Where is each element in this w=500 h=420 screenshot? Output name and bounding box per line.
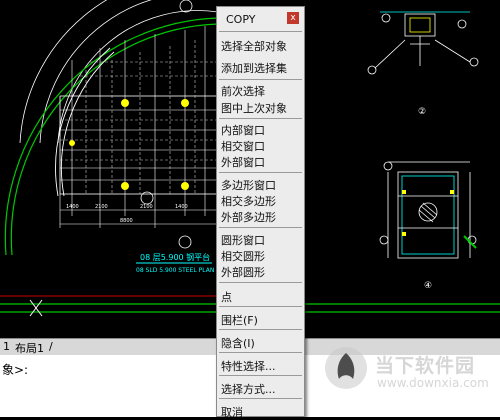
svg-text:1400: 1400 — [175, 204, 188, 210]
svg-text:2100: 2100 — [140, 204, 153, 210]
menu-separator — [219, 398, 302, 399]
menu-item-window-crossing[interactable]: 相交窗口 — [221, 138, 265, 154]
detail-label-bottom: ④ — [424, 281, 432, 291]
menu-item-polygon-window[interactable]: 多边形窗口 — [221, 177, 276, 193]
menu-item-fence[interactable]: 围栏(F) — [221, 312, 258, 328]
section-detail-bottom — [379, 161, 477, 259]
menu-item-select-all[interactable]: 选择全部对象 — [221, 38, 287, 54]
menu-separator — [219, 118, 302, 119]
menu-item-cancel[interactable]: 取消 — [221, 404, 243, 420]
menu-separator — [219, 79, 302, 80]
plan-grid — [59, 26, 219, 216]
menu-item-previous[interactable]: 前次选择 — [221, 83, 265, 99]
watermark-logo-icon — [325, 347, 367, 389]
menu-item-implied[interactable]: 隐含(I) — [221, 335, 255, 351]
menu-separator — [219, 352, 302, 353]
section-detail-top — [367, 11, 479, 75]
menu-item-circle-crossing[interactable]: 相交圆形 — [221, 248, 265, 264]
ucs-icon — [29, 299, 43, 317]
menu-item-window-outside[interactable]: 外部窗口 — [221, 154, 265, 170]
menu-item-add-to-selection[interactable]: 添加到选择集 — [221, 60, 287, 76]
menu-item-last[interactable]: 图中上次对象 — [221, 100, 287, 116]
bottom-detail-marks — [402, 190, 454, 236]
detail-label-top: ② — [418, 107, 426, 117]
plan-dimension-text: 1400 2100 2100 1400 8800 — [66, 204, 188, 224]
menu-separator — [219, 375, 302, 376]
secondary-beams — [60, 40, 218, 194]
menu-item-polygon-crossing[interactable]: 相交多边形 — [221, 193, 276, 209]
watermark-name: 当下软件园 — [375, 355, 476, 377]
plan-title: 08 层5.900 钢平台 — [140, 252, 210, 262]
svg-text:1400: 1400 — [66, 204, 79, 210]
tab-layout-1[interactable]: 布局1 — [12, 340, 47, 356]
menu-separator — [219, 282, 302, 283]
menu-item-window-inside[interactable]: 内部窗口 — [221, 122, 265, 138]
close-icon[interactable]: x — [287, 12, 299, 24]
menu-separator — [219, 227, 302, 228]
plan-subtitle: 08 SLD 5.900 STEEL PLAN — [136, 267, 214, 274]
svg-text:8800: 8800 — [120, 218, 133, 224]
menu-separator — [219, 329, 302, 330]
command-prompt: 象>: — [2, 363, 29, 377]
column-markers — [69, 99, 189, 190]
menu-item-circle-window[interactable]: 圆形窗口 — [221, 232, 265, 248]
menu-item-polygon-outside[interactable]: 外部多边形 — [221, 209, 276, 225]
selection-context-menu: COPY x 选择全部对象 添加到选择集 前次选择 图中上次对象 内部窗口 相交… — [216, 6, 305, 420]
plan-dimensions — [59, 209, 219, 228]
menu-separator — [219, 172, 302, 173]
axis-bubbles — [140, 0, 193, 249]
tab-slash: / — [49, 340, 53, 353]
menu-separator — [219, 31, 302, 32]
menu-item-circle-outside[interactable]: 外部圆形 — [221, 264, 265, 280]
watermark-url: www.downxia.com — [377, 376, 489, 390]
svg-text:2100: 2100 — [95, 204, 108, 210]
menu-separator — [219, 306, 302, 307]
menu-header: COPY x — [217, 7, 304, 31]
menu-item-selection-mode[interactable]: 选择方式... — [221, 381, 276, 397]
menu-item-point[interactable]: 点 — [221, 289, 232, 305]
menu-item-property-select[interactable]: 特性选择... — [221, 358, 276, 374]
menu-title: COPY — [226, 13, 256, 26]
